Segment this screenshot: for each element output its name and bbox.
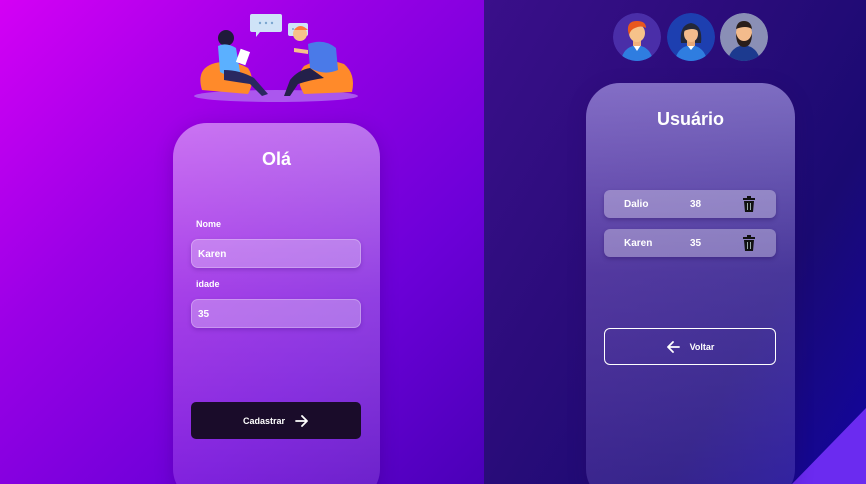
submit-button-label: Cadastrar xyxy=(242,415,286,426)
trash-icon[interactable] xyxy=(742,196,756,212)
users-card: Usuário Dalio 38 Karen 35 Voltar xyxy=(586,83,795,484)
register-card: Olá Nome Karen idade 35 Cadastrar xyxy=(173,123,380,484)
name-label: Nome xyxy=(196,219,222,229)
submit-button[interactable]: Cadastrar xyxy=(191,402,361,439)
register-title: Olá xyxy=(261,149,291,169)
user-name: Karen xyxy=(624,238,653,249)
avatar-woman-icon xyxy=(667,13,715,61)
arrow-right-icon xyxy=(295,414,308,427)
age-input[interactable]: 35 xyxy=(191,299,361,328)
avatar-man-beard-icon xyxy=(720,13,768,61)
back-button-label: Voltar xyxy=(689,341,715,352)
arrow-left-icon xyxy=(666,340,680,353)
trash-icon[interactable] xyxy=(742,235,756,251)
corner-decoration xyxy=(792,408,866,484)
user-row: Karen 35 xyxy=(604,229,776,257)
register-panel: Olá Nome Karen idade 35 Cadastrar xyxy=(0,0,484,484)
age-label: idade xyxy=(196,279,220,289)
user-name: Dalio xyxy=(624,199,649,210)
user-age: 38 xyxy=(690,199,702,210)
avatar-man-orange-hair-icon xyxy=(613,13,661,61)
people-chatting-illustration xyxy=(194,14,358,102)
users-title: Usuário xyxy=(656,109,725,129)
name-input[interactable]: Karen xyxy=(191,239,361,268)
back-button[interactable]: Voltar xyxy=(604,328,776,365)
user-age: 35 xyxy=(690,238,702,249)
user-row: Dalio 38 xyxy=(604,190,776,218)
